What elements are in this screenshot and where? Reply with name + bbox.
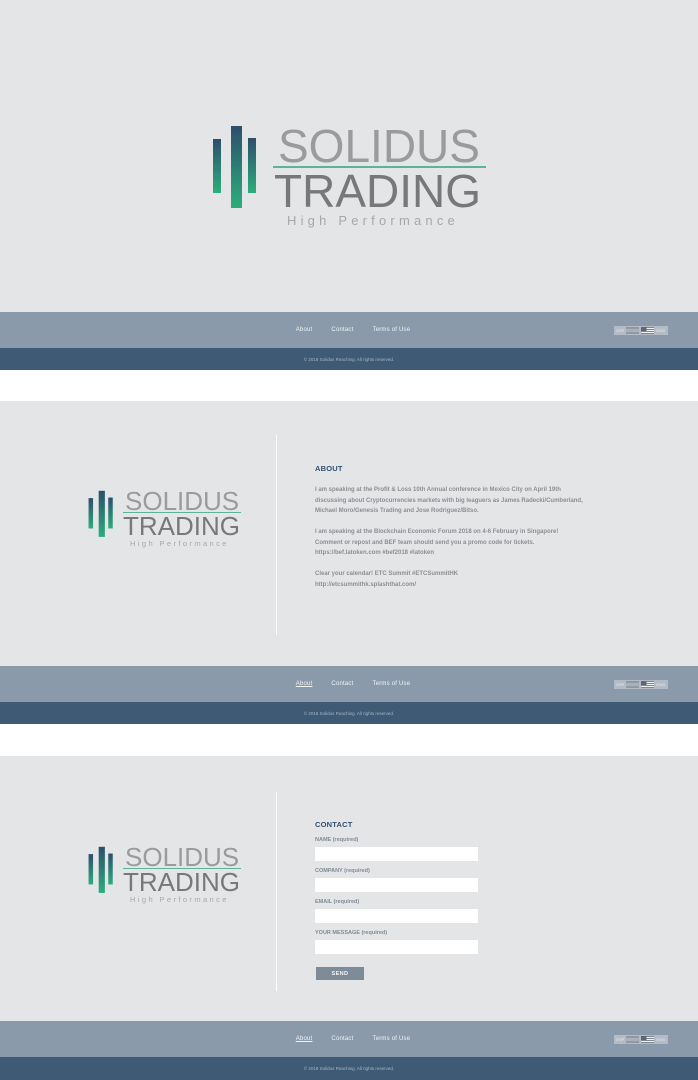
copyright-text: © 2018 Solidus Reaching. All rights rese… xyxy=(303,356,395,362)
email-field[interactable] xyxy=(315,909,478,923)
lang-eng-label[interactable]: ENG xyxy=(656,1037,665,1042)
about-paragraph: I am speaking at the Blockchain Economic… xyxy=(315,529,559,556)
nav-terms-link[interactable]: Terms of Use xyxy=(373,327,411,333)
nav-contact-link[interactable]: Contact xyxy=(331,1036,353,1042)
contact-heading: CONTACT xyxy=(315,820,353,829)
vertical-divider xyxy=(276,792,277,991)
name-field-label: NAME (required) xyxy=(315,837,359,843)
nav-contact-link[interactable]: Contact xyxy=(331,681,353,687)
about-heading: ABOUT xyxy=(315,464,343,473)
nav-links: About Contact Terms of Use xyxy=(0,312,698,348)
lang-eng-label[interactable]: ENG xyxy=(656,328,665,333)
copyright-text: © 2018 Solidus Reaching. All rights rese… xyxy=(303,710,395,716)
nav-about-link[interactable]: About xyxy=(296,681,313,687)
us-flag-icon[interactable] xyxy=(641,327,655,334)
footer-bar: © 2018 Solidus Reaching. All rights rese… xyxy=(0,702,698,724)
spain-flag-icon[interactable] xyxy=(626,1036,640,1043)
about-panel: SOLIDUS TRADING High Performance ABOUT I… xyxy=(0,401,698,666)
logo-bars-icon xyxy=(88,846,113,893)
nav-terms-link[interactable]: Terms of Use xyxy=(373,681,411,687)
logo-name-line2: TRADING xyxy=(123,511,240,541)
contact-panel: SOLIDUS TRADING High Performance CONTACT… xyxy=(0,756,698,1021)
about-paragraph: Clear your calendar! ETC Summit #ETCSumm… xyxy=(315,571,459,588)
nav-links: About Contact Terms of Use xyxy=(0,1021,698,1057)
section-gap xyxy=(0,724,698,756)
navbar: About Contact Terms of Use ESP ENG xyxy=(0,666,698,702)
logo-tagline: High Performance xyxy=(130,895,229,904)
nav-about-link[interactable]: About xyxy=(296,327,313,333)
nav-links: About Contact Terms of Use xyxy=(0,666,698,702)
us-flag-icon[interactable] xyxy=(641,1036,655,1043)
copyright-text: © 2018 Solidus Reaching. All rights rese… xyxy=(303,1065,395,1071)
nav-about-link[interactable]: About xyxy=(296,1036,313,1042)
logo-tagline: High Performance xyxy=(130,539,229,548)
send-button[interactable]: SEND xyxy=(316,967,364,980)
us-flag-icon[interactable] xyxy=(641,681,655,688)
logo-name-line2: TRADING xyxy=(274,165,481,217)
spain-flag-icon[interactable] xyxy=(626,681,640,688)
lang-esp-label[interactable]: ESP xyxy=(616,682,624,687)
lang-esp-label[interactable]: ESP xyxy=(616,1037,624,1042)
language-switcher: ESP ENG xyxy=(614,1035,668,1044)
name-field[interactable] xyxy=(315,847,478,861)
logo-bars-icon xyxy=(88,490,113,537)
logo-bars-icon xyxy=(213,126,256,208)
contact-logo: SOLIDUS TRADING High Performance xyxy=(88,842,243,907)
lang-eng-label[interactable]: ENG xyxy=(656,682,665,687)
navbar: About Contact Terms of Use ESP ENG xyxy=(0,1021,698,1057)
hero-logo: SOLIDUS TRADING High Performance xyxy=(212,120,488,233)
footer-bar: © 2018 Solidus Reaching. All rights rese… xyxy=(0,348,698,370)
language-switcher: ESP ENG xyxy=(614,326,668,335)
message-field[interactable] xyxy=(315,940,478,954)
about-logo: SOLIDUS TRADING High Performance xyxy=(88,486,243,551)
vertical-divider xyxy=(276,435,277,635)
navbar: About Contact Terms of Use ESP ENG xyxy=(0,312,698,348)
section-gap xyxy=(0,370,698,401)
message-field-label: YOUR MESSAGE (required) xyxy=(315,930,388,936)
footer-bar: © 2018 Solidus Reaching. All rights rese… xyxy=(0,1057,698,1080)
logo-name-line2: TRADING xyxy=(123,867,240,897)
spain-flag-icon[interactable] xyxy=(626,327,640,334)
logo-tagline: High Performance xyxy=(287,213,459,228)
email-field-label: EMAIL (required) xyxy=(315,899,360,905)
nav-contact-link[interactable]: Contact xyxy=(331,327,353,333)
company-field[interactable] xyxy=(315,878,478,892)
language-switcher: ESP ENG xyxy=(614,680,668,689)
hero-panel: SOLIDUS TRADING High Performance xyxy=(0,0,698,312)
company-field-label: COMPANY (required) xyxy=(315,868,370,874)
nav-terms-link[interactable]: Terms of Use xyxy=(373,1036,411,1042)
lang-esp-label[interactable]: ESP xyxy=(616,328,624,333)
about-paragraph: I am speaking at the Profit & Loss 10th … xyxy=(315,487,583,514)
